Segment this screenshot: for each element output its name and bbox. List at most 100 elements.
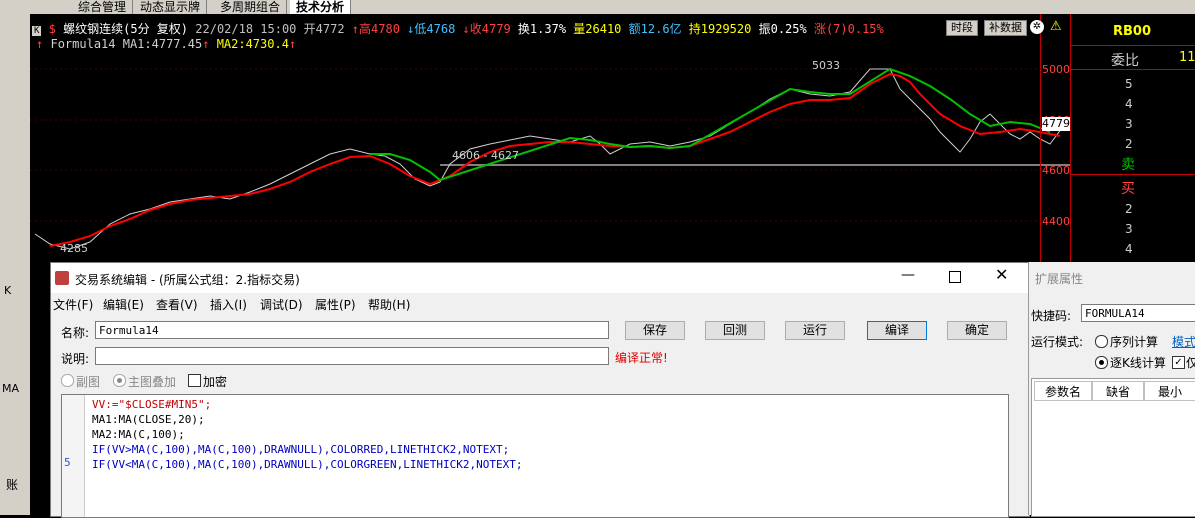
- radio-sub-chart-label: 副图: [76, 375, 101, 389]
- high-price: 高4780: [359, 22, 400, 36]
- menu-help[interactable]: 帮助(H): [368, 296, 410, 313]
- hold: 持1929520: [688, 22, 752, 36]
- encrypt-label: 加密: [203, 375, 228, 389]
- radio-main-overlay-label: 主图叠加: [128, 375, 177, 389]
- dialog-title: 交易系统编辑 - (所属公式组：2.指标交易): [75, 273, 300, 287]
- radio-sub-chart[interactable]: [61, 374, 74, 387]
- low-label: 4285: [60, 242, 88, 255]
- buy-levels: 234: [1125, 202, 1133, 256]
- mode-link[interactable]: 模式: [1172, 333, 1195, 350]
- code-line-2: MA1:MA(CLOSE,20);: [92, 413, 205, 426]
- k-icon[interactable]: K: [32, 26, 42, 36]
- left-label-account[interactable]: 账: [6, 476, 18, 493]
- menu-edit[interactable]: 编辑(E): [103, 296, 144, 313]
- radio-sequence-label: 序列计算: [1110, 335, 1159, 349]
- tab-overview[interactable]: 综合管理: [72, 0, 134, 14]
- menu-properties[interactable]: 属性(P): [315, 296, 356, 313]
- axis-label-4600: 4600: [1042, 164, 1070, 177]
- code-line-4: IF(VV>MA(C,100),MA(C,100),DRAWNULL),COLO…: [92, 443, 510, 456]
- line-number: 5: [64, 456, 71, 469]
- encrypt-checkbox[interactable]: [188, 374, 201, 387]
- ma-red-line: [49, 72, 1061, 247]
- code-editor[interactable]: 5 VV:="$CLOSE#MIN5"; MA1:MA(CLOSE,20); M…: [61, 394, 1009, 518]
- peak-label: 5033: [812, 59, 840, 72]
- run-mode-label: 运行模式:: [1031, 335, 1084, 349]
- desc-label: 说明:: [61, 352, 90, 366]
- dollar-icon: $: [48, 22, 56, 36]
- code-line-5: IF(VV<MA(C,100),MA(C,100),DRAWNULL),COLO…: [92, 458, 523, 471]
- menu-file[interactable]: 文件(F): [53, 296, 93, 313]
- ma1-value: MA1:4777.45: [122, 37, 203, 51]
- run-button[interactable]: 运行: [785, 321, 845, 340]
- indicator-name: Formula14: [50, 37, 116, 51]
- low-price: 低4768: [414, 22, 456, 36]
- radio-sequence[interactable]: [1095, 335, 1108, 348]
- name-input[interactable]: Formula14: [95, 321, 609, 339]
- menu-debug[interactable]: 调试(D): [260, 296, 303, 313]
- left-sidebar: K MA 账: [0, 14, 30, 515]
- params-table: 参数名 缺省 最小: [1031, 378, 1195, 517]
- volume: 量26410: [573, 22, 622, 36]
- open-price: 开4772: [303, 22, 345, 36]
- tab-multi-period[interactable]: 多周期组合: [214, 0, 288, 14]
- amplitude: 振0.25%: [758, 22, 807, 36]
- compile-status: 编译正常!: [615, 351, 668, 365]
- warning-icon[interactable]: ⚠: [1050, 19, 1062, 34]
- header-min: 最小: [1144, 381, 1195, 401]
- weibi-value: 11: [1179, 50, 1195, 65]
- menu-bar: 文件(F) 编辑(E) 查看(V) 插入(I) 调试(D) 属性(P) 帮助(H…: [51, 293, 1029, 313]
- top-tab-bar: 综合管理 动态显示牌 多周期组合 技术分析: [0, 0, 1195, 15]
- close-icon[interactable]: ✕: [995, 265, 1008, 284]
- turnover: 换1.37%: [517, 22, 567, 36]
- extended-properties-panel: 扩展属性 快捷码: FORMULA14 运行模式: 序列计算 模式 逐K线计算 …: [1028, 262, 1195, 517]
- current-price-tag: 4779: [1042, 117, 1070, 131]
- ma2-value: MA2:4730.4: [216, 37, 289, 51]
- price-line: [34, 68, 1066, 250]
- shortcut-label: 快捷码:: [1031, 309, 1072, 323]
- app-icon: [55, 271, 69, 285]
- desc-input[interactable]: [95, 347, 609, 365]
- symbol-name: 螺纹钢连续(5分 复权): [63, 22, 189, 36]
- menu-view[interactable]: 查看(V): [156, 296, 198, 313]
- left-label-k: K: [4, 284, 12, 297]
- panel-title: 扩展属性: [1035, 272, 1084, 286]
- radio-tick-label: 逐K线计算: [1110, 356, 1166, 370]
- left-label-ma: MA: [2, 382, 20, 395]
- fill-data-button[interactable]: 补数据: [984, 20, 1027, 36]
- maximize-icon[interactable]: [949, 271, 961, 283]
- header-default: 缺省: [1092, 381, 1144, 401]
- code-line-1: VV:="$CLOSE#MIN5";: [92, 398, 212, 411]
- sell-levels: 5432: [1125, 77, 1133, 151]
- header-param-name: 参数名: [1034, 381, 1092, 401]
- backtest-button[interactable]: 回测: [705, 321, 765, 340]
- ma-green-line: [370, 67, 1051, 182]
- settings-icon[interactable]: ✲: [1030, 20, 1044, 34]
- name-label: 名称:: [61, 326, 90, 340]
- order-book: RB00 委比 11 5432 卖 买 234: [1070, 14, 1195, 264]
- quote-info-bar: K $ 螺纹钢连续(5分 复权) 22/02/18 15:00 开4772 ↑高…: [32, 22, 884, 36]
- radio-main-overlay[interactable]: [113, 374, 126, 387]
- book-code: RB00: [1113, 24, 1152, 39]
- sell-label: 卖: [1121, 157, 1135, 173]
- datetime: 22/02/18 15:00: [195, 22, 297, 36]
- compile-button[interactable]: 编译: [867, 321, 927, 340]
- formula-editor-dialog: 交易系统编辑 - (所属公式组：2.指标交易) — ✕ 文件(F) 编辑(E) …: [50, 262, 1030, 518]
- dialog-titlebar[interactable]: 交易系统编辑 - (所属公式组：2.指标交易) — ✕: [51, 263, 1029, 293]
- close-price: 收4779: [469, 22, 511, 36]
- ok-button[interactable]: 确定: [947, 321, 1007, 340]
- tab-technical-analysis[interactable]: 技术分析: [290, 0, 352, 14]
- amount: 额12.6亿: [628, 22, 682, 36]
- shortcut-input[interactable]: FORMULA14: [1081, 304, 1195, 322]
- save-button[interactable]: 保存: [625, 321, 685, 340]
- only-label: 仅: [1186, 356, 1195, 370]
- minimize-icon[interactable]: —: [901, 267, 915, 283]
- radio-tick[interactable]: [1095, 356, 1108, 369]
- weibi-label: 委比: [1111, 53, 1139, 69]
- tab-dynamic-board[interactable]: 动态显示牌: [134, 0, 208, 14]
- buy-label: 买: [1121, 181, 1135, 197]
- menu-insert[interactable]: 插入(I): [210, 296, 247, 313]
- code-line-3: MA2:MA(C,100);: [92, 428, 185, 441]
- time-range-button[interactable]: 时段: [946, 20, 978, 36]
- only-checkbox[interactable]: ✓: [1172, 356, 1185, 369]
- axis-label-4400: 4400: [1042, 215, 1070, 228]
